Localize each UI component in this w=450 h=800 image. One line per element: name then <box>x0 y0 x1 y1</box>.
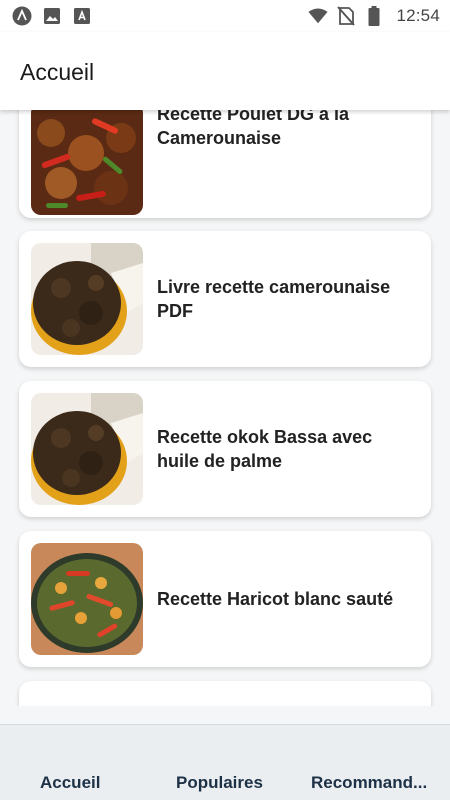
okok-dish-photo <box>31 243 143 355</box>
nav-accueil[interactable]: Accueil <box>40 773 100 793</box>
recipe-title: Recette okok Bassa avec huile de palme <box>157 427 373 471</box>
okok-dish-photo <box>31 393 143 505</box>
app-bar: Accueil <box>0 32 450 110</box>
status-bar: 12:54 <box>0 0 450 32</box>
status-right: 12:54 <box>308 6 440 26</box>
recipe-card[interactable] <box>19 681 431 706</box>
app-badge-icon <box>72 6 92 26</box>
page-title: Accueil <box>20 59 95 85</box>
bottom-nav: Accueil Populaires Recommand... <box>0 724 450 800</box>
image-icon <box>42 6 62 26</box>
battery-icon <box>364 6 384 26</box>
status-time: 12:54 <box>396 6 440 25</box>
recipe-card[interactable]: Livre recette camerounaise PDF <box>19 231 431 367</box>
recipe-card[interactable]: Recette Haricot blanc sauté <box>19 531 431 667</box>
status-left <box>12 6 92 26</box>
haricot-dish-photo <box>31 543 143 655</box>
recipe-title: Recette Poulet DG à la Camerounaise <box>157 110 350 148</box>
wifi-icon <box>308 6 328 26</box>
poulet-dg-photo <box>31 110 143 215</box>
nav-populaires[interactable]: Populaires <box>176 773 263 793</box>
recipe-card[interactable]: Recette Poulet DG à la Camerounaise <box>19 110 431 218</box>
app-a-icon <box>12 6 32 26</box>
recipe-title: Livre recette camerounaise PDF <box>157 277 391 321</box>
nav-recommandations[interactable]: Recommand... <box>311 773 427 793</box>
no-sim-icon <box>336 6 356 26</box>
recipe-card[interactable]: Recette okok Bassa avec huile de palme <box>19 381 431 517</box>
recipe-title: Recette Haricot blanc sauté <box>157 589 394 609</box>
recipe-list-viewport[interactable]: Recette Poulet DG à la Camerounaise Livr… <box>0 110 450 706</box>
